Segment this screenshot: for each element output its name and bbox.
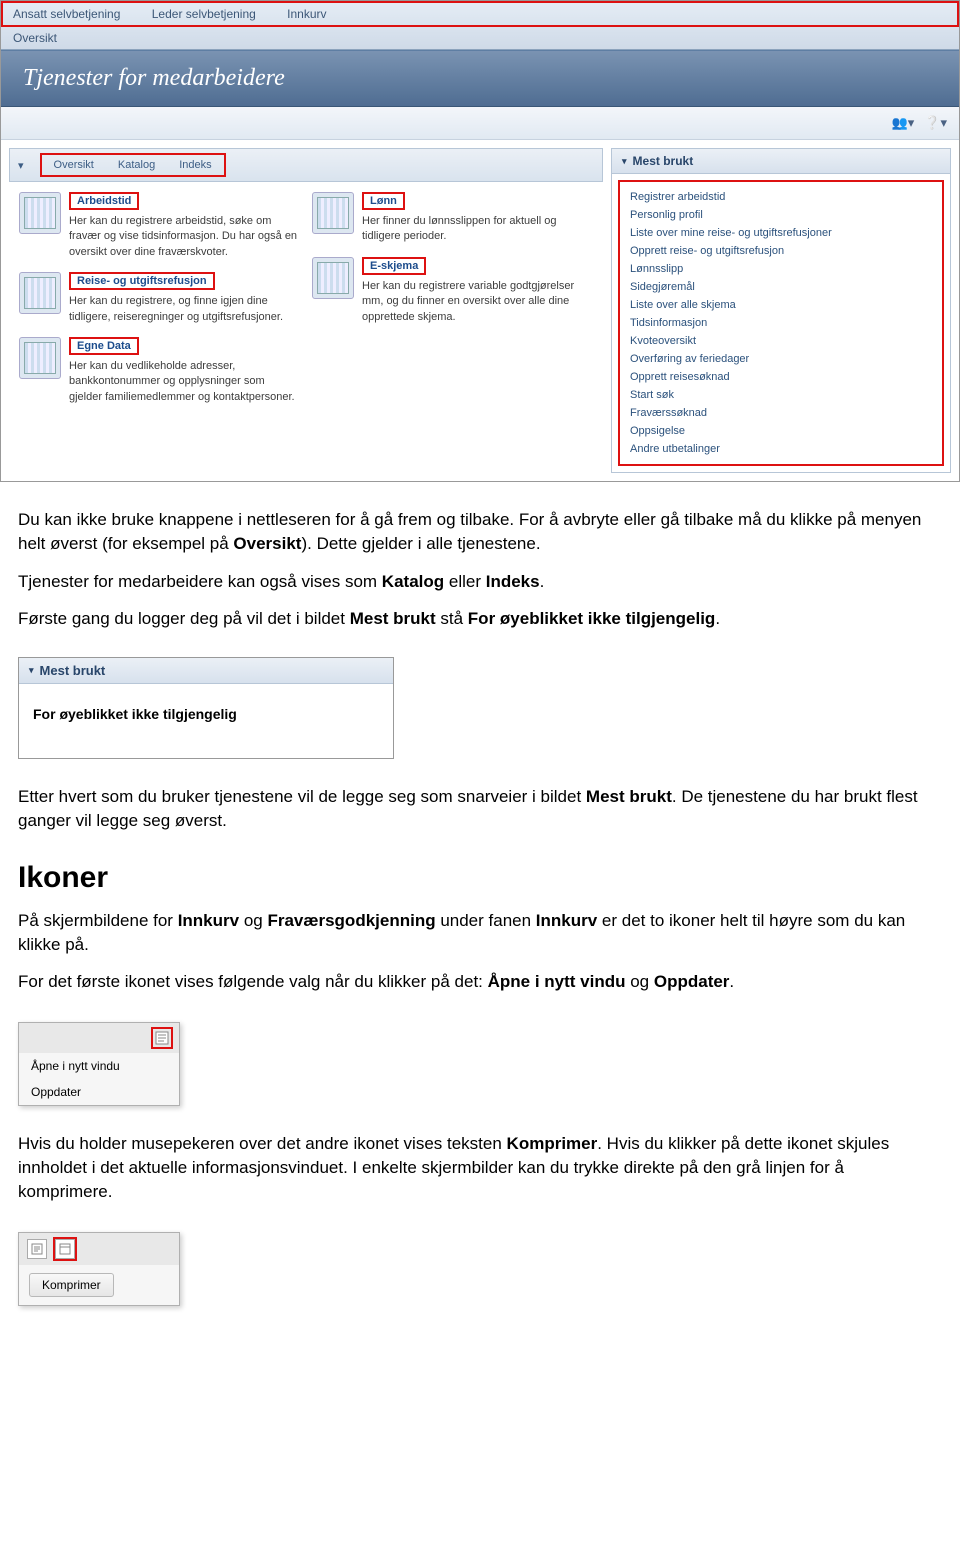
popup-menu-screenshot-2: Komprimer [18,1232,180,1306]
komprimer-tooltip: Komprimer [29,1273,114,1297]
coins-icon [312,192,354,234]
card-reise[interactable]: Reise- og utgiftsrefusjon Her kan du reg… [19,272,300,325]
card-title: Arbeidstid [69,192,139,210]
menu-item-refresh[interactable]: Oppdater [19,1079,179,1105]
toolbar-icons: 👥▾ ❔▾ [1,107,959,140]
mest-brukt-list: Registrer arbeidstidPersonlig profilList… [620,182,942,464]
top-nav: Ansatt selvbetjening Leder selvbetjening… [1,1,959,50]
paragraph-1: Du kan ikke bruke knappene i nettleseren… [18,508,942,556]
mest-brukt-item[interactable]: Tidsinformasjon [630,314,932,332]
card-desc: Her kan du registrere, og finne igjen di… [69,294,300,325]
menu-icon-highlighted[interactable] [151,1027,173,1049]
form-icon [312,257,354,299]
mest-brukt-item[interactable]: Personlig profil [630,206,932,224]
nav-tab-ansatt[interactable]: Ansatt selvbetjening [13,7,120,21]
view-tabs: ▾ Oversikt Katalog Indeks [9,148,603,182]
mest-brukt-item[interactable]: Kvoteoversikt [630,332,932,350]
mest-brukt-item[interactable]: Sidegjøremål [630,278,932,296]
paragraph-5: På skjermbildene for Innkurv og Fraværsg… [18,909,942,957]
mest-brukt-item[interactable]: Opprett reisesøknad [630,368,932,386]
mest-brukt-empty-screenshot: ▾ Mest brukt For øyeblikket ikke tilgjen… [18,657,394,759]
mest-brukt-item[interactable]: Start søk [630,386,932,404]
card-eskjema[interactable]: E-skjema Her kan du registrere variable … [312,257,593,325]
mest-brukt-header[interactable]: ▾ Mest brukt [612,149,950,174]
card-desc: Her kan du vedlikeholde adresser, bankko… [69,359,300,405]
card-desc: Her kan du registrere variable godtgjøre… [362,279,593,325]
mest-brukt-item[interactable]: Lønnsslipp [630,260,932,278]
menu-item-open-new-window[interactable]: Åpne i nytt vindu [19,1053,179,1079]
sap-portal-screenshot: Ansatt selvbetjening Leder selvbetjening… [0,0,960,482]
mest-brukt-item[interactable]: Oppsigelse [630,422,932,440]
suitcase-icon [19,272,61,314]
card-title: Reise- og utgiftsrefusjon [69,272,215,290]
menu-icon[interactable] [27,1239,47,1259]
popup-menu-screenshot-1: Åpne i nytt vindu Oppdater [18,1022,180,1106]
mest-brukt-item[interactable]: Andre utbetalinger [630,440,932,458]
card-title: Lønn [362,192,405,210]
collapse-toggle[interactable]: ▾ [18,159,24,172]
hero-title: Tjenester for medarbeidere [1,50,959,107]
mest-brukt-item[interactable]: Fraværssøknad [630,404,932,422]
mest-brukt-panel: ▾ Mest brukt Registrer arbeidstidPersonl… [611,148,951,473]
card-desc: Her finner du lønnsslippen for aktuell o… [362,214,593,245]
tab-indeks[interactable]: Indeks [175,157,215,173]
paragraph-4: Etter hvert som du bruker tjenestene vil… [18,785,942,833]
mest-brukt-highlight: Registrer arbeidstidPersonlig profilList… [618,180,944,466]
view-tabs-highlight: Oversikt Katalog Indeks [40,153,226,177]
calendar-icon [19,192,61,234]
user-icon[interactable]: 👥▾ [892,115,915,131]
profile-icon [19,337,61,379]
nav-tab-innkurv[interactable]: Innkurv [287,7,326,21]
mest-brukt-item[interactable]: Liste over mine reise- og utgiftsrefusjo… [630,224,932,242]
card-title: Egne Data [69,337,139,355]
paragraph-7: Hvis du holder musepekeren over det andr… [18,1132,942,1203]
paragraph-3: Første gang du logger deg på vil det i b… [18,607,942,631]
mest-brukt-item[interactable]: Overføring av feriedager [630,350,932,368]
panel-empty-message: For øyeblikket ikke tilgjengelig [19,684,393,758]
heading-ikoner: Ikoner [18,857,942,899]
card-desc: Her kan du registrere arbeidstid, søke o… [69,214,300,260]
nav-tab-leder[interactable]: Leder selvbetjening [152,7,256,21]
help-icon[interactable]: ❔▾ [924,115,947,131]
top-nav-subtab[interactable]: Oversikt [1,27,959,49]
mest-brukt-item[interactable]: Liste over alle skjema [630,296,932,314]
mest-brukt-item[interactable]: Opprett reise- og utgiftsrefusjon [630,242,932,260]
panel-title: Mest brukt [633,154,694,168]
top-nav-row-highlight: Ansatt selvbetjening Leder selvbetjening… [1,1,959,27]
tab-katalog[interactable]: Katalog [114,157,159,173]
mest-brukt-item[interactable]: Registrer arbeidstid [630,188,932,206]
panel-header: ▾ Mest brukt [19,658,393,684]
tab-oversikt[interactable]: Oversikt [50,157,98,173]
card-arbeidstid[interactable]: Arbeidstid Her kan du registrere arbeids… [19,192,300,260]
panel-title: Mest brukt [40,663,106,678]
paragraph-2: Tjenester for medarbeidere kan også vise… [18,570,942,594]
paragraph-6: For det første ikonet vises følgende val… [18,970,942,994]
card-egnedata[interactable]: Egne Data Her kan du vedlikeholde adress… [19,337,300,405]
compress-icon-highlighted[interactable] [55,1239,75,1259]
card-title: E-skjema [362,257,426,275]
chevron-down-icon: ▾ [29,665,34,676]
chevron-down-icon: ▾ [622,156,627,167]
card-lonn[interactable]: Lønn Her finner du lønnsslippen for aktu… [312,192,593,245]
